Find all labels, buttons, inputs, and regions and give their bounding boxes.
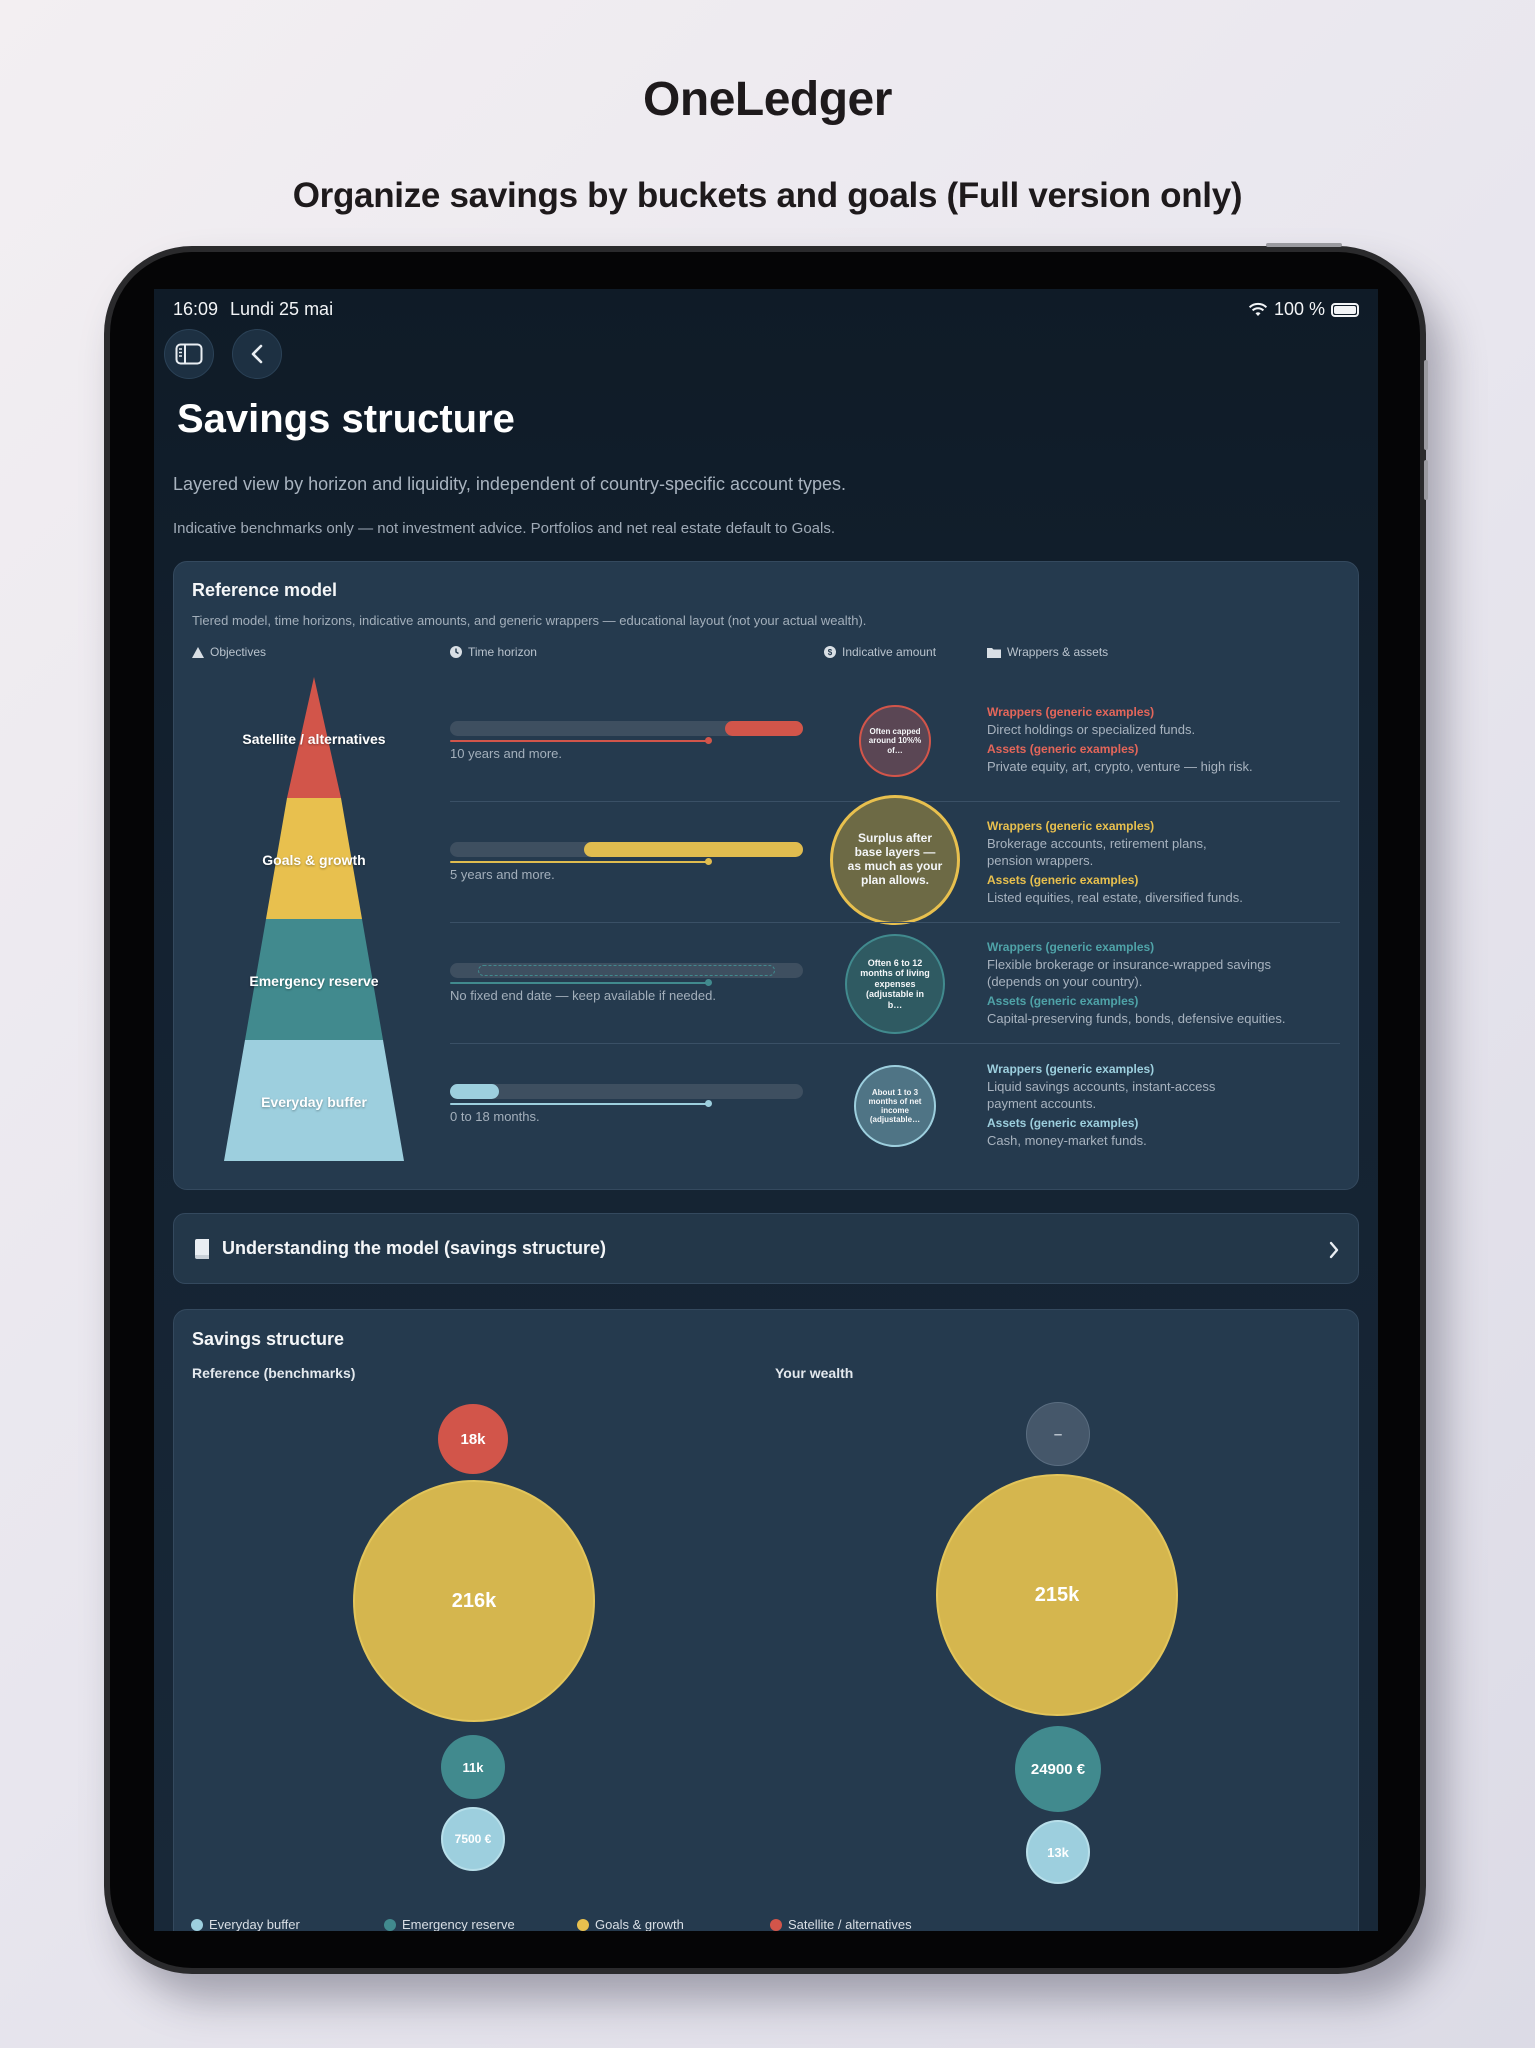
horizon-bar-emergency xyxy=(450,963,803,978)
legend-item-emergency: Emergency reserve xyxy=(384,1917,515,1931)
bubble-ref-emergency: 11k xyxy=(441,1735,505,1799)
side-button xyxy=(1266,243,1342,247)
horizon-text-satellite: 10 years and more. xyxy=(450,746,563,761)
row-divider xyxy=(450,1043,1340,1044)
legend-item-buffer: Everyday buffer xyxy=(191,1917,300,1931)
horizon-line xyxy=(450,861,708,863)
horizon-marker xyxy=(705,737,712,744)
battery-percent: 100 % xyxy=(1273,299,1325,319)
reference-column-label: Reference (benchmarks) xyxy=(192,1365,356,1381)
amount-circle-emergency: Often 6 to 12 months of living expenses … xyxy=(845,934,945,1034)
sidebar-icon xyxy=(175,343,203,365)
horizon-fill xyxy=(450,1084,500,1099)
amount-circle-goals: Surplus after base layers — as much as y… xyxy=(830,795,960,925)
horizon-marker xyxy=(705,858,712,865)
sidebar-toggle-button[interactable] xyxy=(164,329,214,379)
wrappers-satellite: Wrappers (generic examples) Direct holdi… xyxy=(987,705,1253,774)
status-date: Lundi 25 mai xyxy=(230,299,334,319)
app-screen: 16:09 Lundi 25 mai 100 % Savings structu… xyxy=(154,289,1378,1931)
horizon-text-goals: 5 years and more. xyxy=(450,867,555,882)
battery-icon xyxy=(1331,302,1359,317)
horizon-line xyxy=(450,982,708,984)
horizon-fill xyxy=(725,721,803,736)
bubble-ref-buffer: 7500 € xyxy=(441,1807,505,1871)
bubble-wealth-buffer: 13k xyxy=(1026,1820,1090,1884)
triangle-icon xyxy=(192,646,204,658)
legend-item-satellite: Satellite / alternatives xyxy=(770,1917,912,1931)
status-time: 16:09 xyxy=(173,299,219,319)
wealth-column-label: Your wealth xyxy=(775,1365,854,1381)
card-subtitle: Tiered model, time horizons, indicative … xyxy=(192,613,867,628)
horizon-text-buffer: 0 to 18 months. xyxy=(450,1109,540,1124)
book-icon xyxy=(195,1239,209,1259)
column-header-time-horizon: Time horizon xyxy=(450,645,537,659)
page-title: Savings structure xyxy=(177,397,515,441)
bubble-wealth-emergency: 24900 € xyxy=(1015,1726,1101,1812)
page-description: Layered view by horizon and liquidity, i… xyxy=(173,474,847,494)
horizon-bar-goals xyxy=(450,842,803,857)
legend-item-goals: Goals & growth xyxy=(577,1917,684,1931)
row-divider xyxy=(450,922,1340,923)
horizon-marker xyxy=(705,979,712,986)
pyramid-label-goals: Goals & growth xyxy=(262,852,366,868)
hero-subtitle: Organize savings by buckets and goals (F… xyxy=(292,176,1243,215)
wifi-icon xyxy=(1248,302,1268,316)
card-title: Savings structure xyxy=(192,1329,345,1349)
bubble-ref-satellite: 18k xyxy=(438,1404,508,1474)
horizon-line xyxy=(450,1103,708,1105)
horizon-line xyxy=(450,740,708,742)
column-header-objectives: Objectives xyxy=(192,645,266,659)
clock-icon xyxy=(450,646,462,658)
folder-icon xyxy=(987,647,1001,658)
column-header-amount: $ Indicative amount xyxy=(824,645,936,659)
volume-button xyxy=(1424,360,1428,450)
understanding-model-label: Understanding the model (savings structu… xyxy=(222,1238,607,1258)
horizon-bar-buffer xyxy=(450,1084,803,1099)
column-header-wrappers: Wrappers & assets xyxy=(987,645,1108,659)
coin-icon: $ xyxy=(824,646,836,658)
amount-circle-buffer: About 1 to 3 months of net income (adjus… xyxy=(854,1065,936,1147)
card-title: Reference model xyxy=(192,580,338,600)
hero-title: OneLedger xyxy=(643,73,892,126)
svg-text:$: $ xyxy=(828,648,833,657)
bubble-ref-goals: 216k xyxy=(353,1480,595,1722)
back-button[interactable] xyxy=(232,329,282,379)
wrappers-goals: Wrappers (generic examples) Brokerage ac… xyxy=(987,819,1243,905)
understanding-model-link[interactable]: Understanding the model (savings structu… xyxy=(173,1213,1359,1284)
pyramid-label-satellite: Satellite / alternatives xyxy=(242,731,386,747)
horizon-marker xyxy=(705,1100,712,1107)
volume-button xyxy=(1424,460,1428,500)
pyramid-label-buffer: Everyday buffer xyxy=(261,1094,367,1110)
pyramid-label-emergency: Emergency reserve xyxy=(249,973,379,989)
horizon-fill xyxy=(584,842,803,857)
wrappers-buffer: Wrappers (generic examples) Liquid savin… xyxy=(987,1062,1216,1148)
bubble-wealth-goals: 215k xyxy=(936,1474,1178,1716)
savings-structure-card: Savings structure Reference (benchmarks)… xyxy=(173,1309,1359,1931)
horizon-text-emergency: No fixed end date — keep available if ne… xyxy=(450,988,716,1003)
reference-model-card: Reference model Tiered model, time horiz… xyxy=(173,561,1359,1190)
status-bar: 16:09 Lundi 25 mai 100 % xyxy=(173,299,1359,323)
wrappers-emergency: Wrappers (generic examples) Flexible bro… xyxy=(987,940,1286,1026)
chevron-left-icon xyxy=(251,344,263,364)
chevron-right-icon xyxy=(1329,1241,1339,1259)
page-note: Indicative benchmarks only — not investm… xyxy=(173,520,836,537)
amount-circle-satellite: Often capped around 10%% of… xyxy=(859,705,931,777)
bubble-wealth-satellite: – xyxy=(1026,1402,1090,1466)
horizon-bar-satellite xyxy=(450,721,803,736)
